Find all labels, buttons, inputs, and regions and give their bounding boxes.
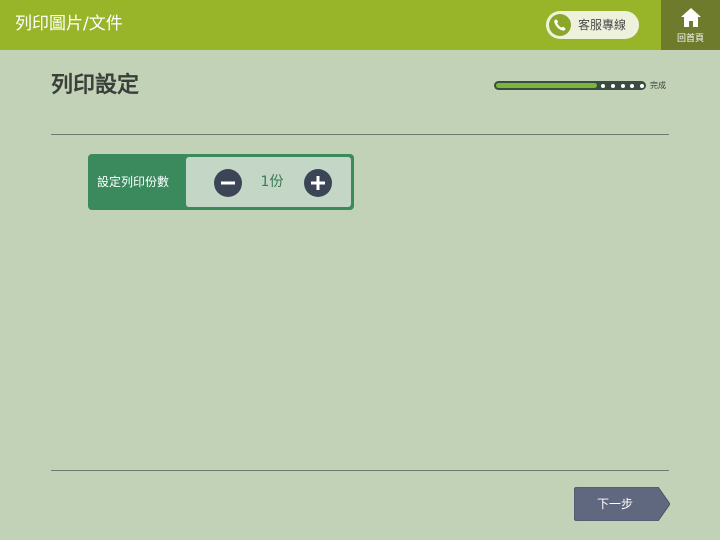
customer-service-button[interactable]: 客服專線 (546, 11, 639, 39)
top-divider (51, 134, 669, 135)
decrease-copies-button[interactable] (214, 169, 242, 197)
progress-complete-label: 完成 (650, 81, 666, 90)
page-title: 列印設定 (51, 73, 140, 98)
app-title: 列印圖片/文件 (15, 14, 123, 34)
copies-value: 1份 (260, 174, 284, 190)
next-step-label: 下一步 (596, 497, 633, 511)
copies-label: 設定列印份數 (97, 175, 170, 189)
header-bar: 列印圖片/文件 客服專線 回首頁 (0, 0, 720, 50)
phone-icon (549, 14, 571, 36)
progress-bar (494, 81, 646, 90)
next-step-button[interactable]: 下一步 (574, 487, 670, 521)
bottom-divider (51, 470, 669, 471)
copies-stepper: 1份 (186, 157, 351, 207)
progress-step-dot (621, 83, 625, 88)
customer-service-label: 客服專線 (578, 18, 627, 32)
progress-step-dot (601, 83, 605, 88)
minus-icon (221, 181, 235, 185)
home-button[interactable]: 回首頁 (661, 0, 720, 50)
plus-icon (311, 176, 325, 190)
increase-copies-button[interactable] (304, 169, 332, 197)
progress-step-dot (640, 83, 644, 88)
progress-step-dot (630, 83, 634, 88)
home-label: 回首頁 (676, 34, 704, 44)
copies-setting-panel: 設定列印份數 1份 (88, 154, 354, 210)
progress-step-dot (611, 83, 615, 88)
progress-fill (496, 83, 597, 88)
home-icon (680, 7, 702, 33)
